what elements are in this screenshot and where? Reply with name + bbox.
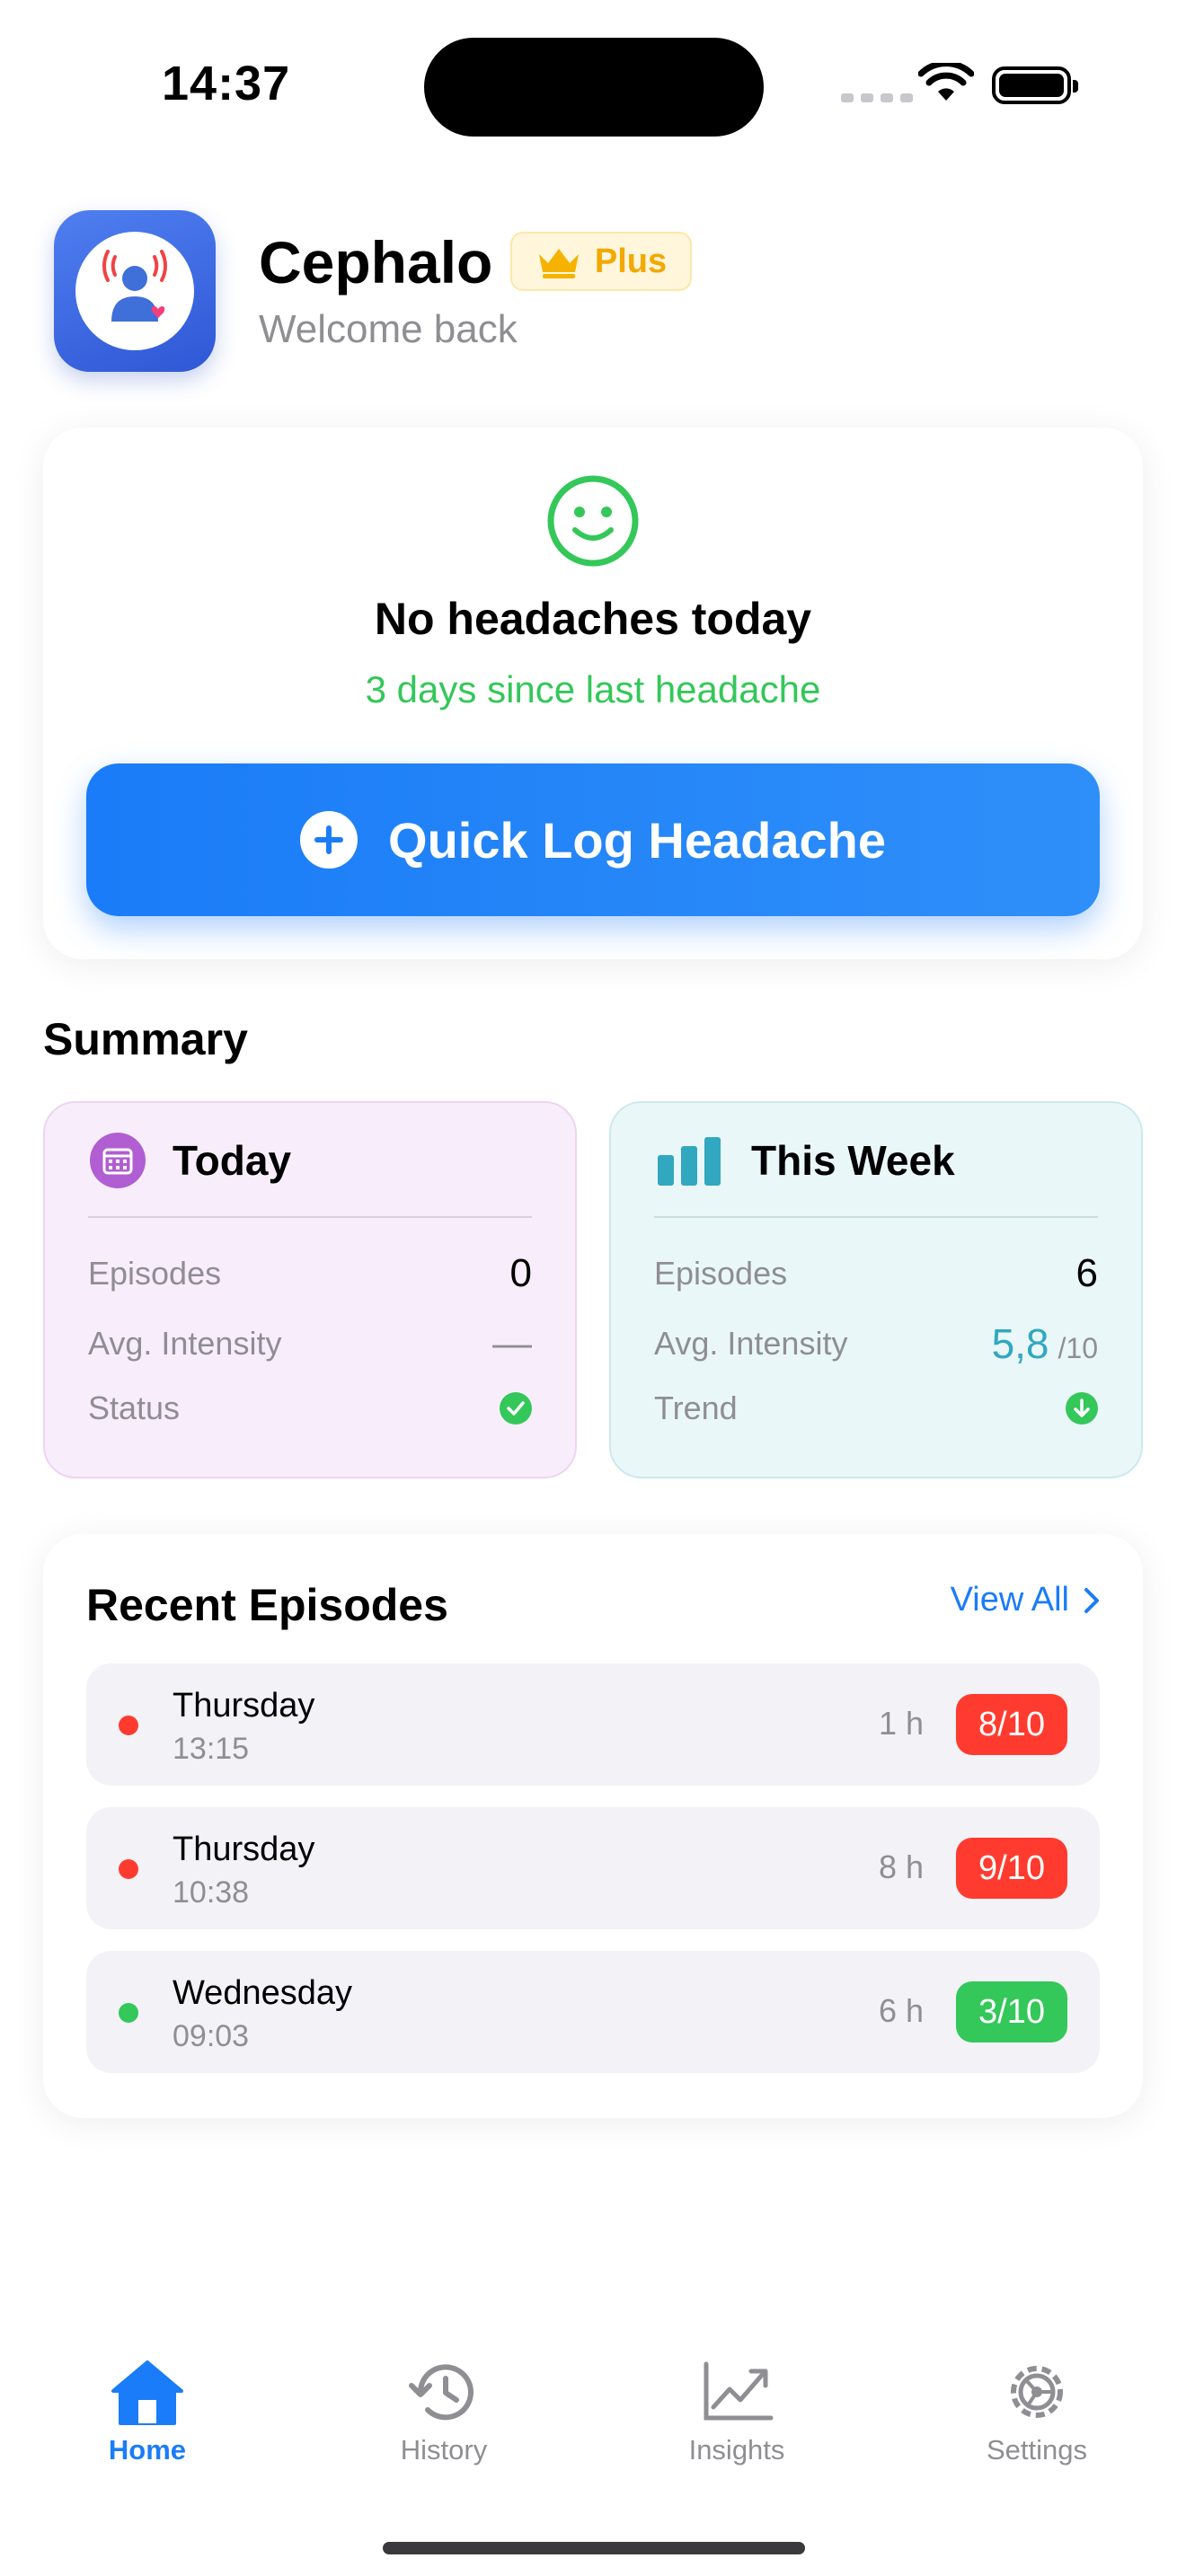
summary-row: Status [88,1381,532,1435]
home-icon [111,2360,183,2425]
app-logo [54,210,216,372]
episode-row[interactable]: Thursday 13:15 1 h 8/10 [86,1663,1100,1786]
episode-row[interactable]: Thursday 10:38 8 h 9/10 [86,1807,1100,1929]
summary-row: Trend [654,1381,1098,1435]
row-value: — [492,1321,532,1365]
episode-time: 10:38 [173,1875,250,1910]
tab-label: Home [108,2434,187,2466]
episode-row[interactable]: Wednesday 09:03 6 h 3/10 [86,1951,1100,2073]
divider [654,1216,1098,1218]
insights-icon [704,2361,774,2421]
episode-day: Thursday [173,1687,315,1725]
settings-icon [1011,2366,1063,2418]
tab-bar: Home History Insights Settings [0,2335,1186,2497]
today-status-card: No headaches today 3 days since last hea… [43,428,1143,959]
recent-episodes-card: Recent Episodes View All Thursday 13:15 … [43,1534,1143,2118]
chevron-right-icon [1084,1587,1099,1613]
summary-week-title: This Week [751,1137,955,1184]
crown-icon [538,249,579,278]
bar-chart-icon [658,1137,721,1186]
tab-home[interactable]: Home [58,2359,237,2484]
smile-icon [547,475,639,567]
row-label: Trend [654,1389,738,1426]
summary-row: Episodes 6 [654,1247,1098,1301]
row-value: 0 [509,1251,532,1295]
history-icon [409,2364,474,2421]
summary-today-card[interactable]: Today Episodes 0 Avg. Intensity — Status [43,1101,577,1478]
dynamic-island [424,38,764,137]
quick-log-button[interactable]: Quick Log Headache [86,763,1100,916]
episode-duration: 1 h [878,1705,924,1742]
status-title: No headaches today [374,594,812,644]
summary-row: Avg. Intensity — [88,1317,532,1371]
episode-day: Wednesday [173,1974,352,2012]
plus-badge[interactable]: Plus [510,232,692,291]
status-bar: 14:37 [0,0,1186,144]
plus-badge-label: Plus [594,242,668,280]
tab-insights[interactable]: Insights [647,2359,827,2484]
row-label: Avg. Intensity [88,1325,282,1362]
quick-log-label: Quick Log Headache [388,811,886,869]
episode-time: 13:15 [173,1732,250,1766]
tab-history[interactable]: History [354,2359,534,2484]
intensity-badge: 3/10 [956,1981,1067,2042]
summary-today-title: Today [173,1137,292,1184]
tab-label: Insights [688,2434,785,2466]
divider [88,1216,532,1218]
avg-intensity-value: 5,8 [991,1320,1049,1367]
cellular-signal-icon [841,93,913,102]
summary-title: Summary [43,1014,248,1064]
recent-episodes-title: Recent Episodes [86,1580,448,1630]
row-label: Episodes [654,1255,788,1292]
view-all-label: View All [950,1581,1069,1619]
intensity-badge: 9/10 [956,1838,1067,1899]
episode-duration: 8 h [878,1848,924,1885]
row-label: Status [88,1389,181,1426]
view-all-link[interactable]: View All [951,1581,1100,1619]
row-value: 6 [1075,1251,1098,1295]
avg-intensity-unit: /10 [1058,1332,1098,1364]
tab-label: Settings [986,2434,1087,2466]
app-title: Cephalo [259,229,493,296]
welcome-subtitle: Welcome back [259,307,518,351]
checkmark-icon [500,1392,532,1425]
intensity-value-group: 5,8/10 [992,1319,1098,1368]
summary-row: Episodes 0 [88,1247,532,1301]
days-since-label: 3 days since last headache [365,668,821,710]
severity-dot [119,1716,138,1735]
wifi-icon [918,63,974,101]
arrow-down-icon [1066,1392,1098,1425]
tab-label: History [400,2434,488,2466]
row-label: Episodes [88,1255,222,1292]
home-indicator[interactable] [383,2542,805,2554]
row-label: Avg. Intensity [654,1325,848,1362]
episode-day: Thursday [173,1831,315,1868]
summary-row: Avg. Intensity 5,8/10 [654,1317,1098,1371]
episode-duration: 6 h [878,1992,924,2029]
battery-icon [992,66,1078,104]
summary-week-card[interactable]: This Week Episodes 6 Avg. Intensity 5,8/… [609,1101,1143,1478]
plus-circle-icon [300,811,358,869]
episode-time: 09:03 [173,2019,250,2053]
calendar-icon [90,1133,146,1188]
severity-dot [119,1859,138,1879]
status-time: 14:37 [162,57,291,110]
headache-person-icon [102,250,167,322]
intensity-badge: 8/10 [956,1694,1067,1755]
severity-dot [119,2003,138,2023]
tab-settings[interactable]: Settings [947,2359,1127,2484]
